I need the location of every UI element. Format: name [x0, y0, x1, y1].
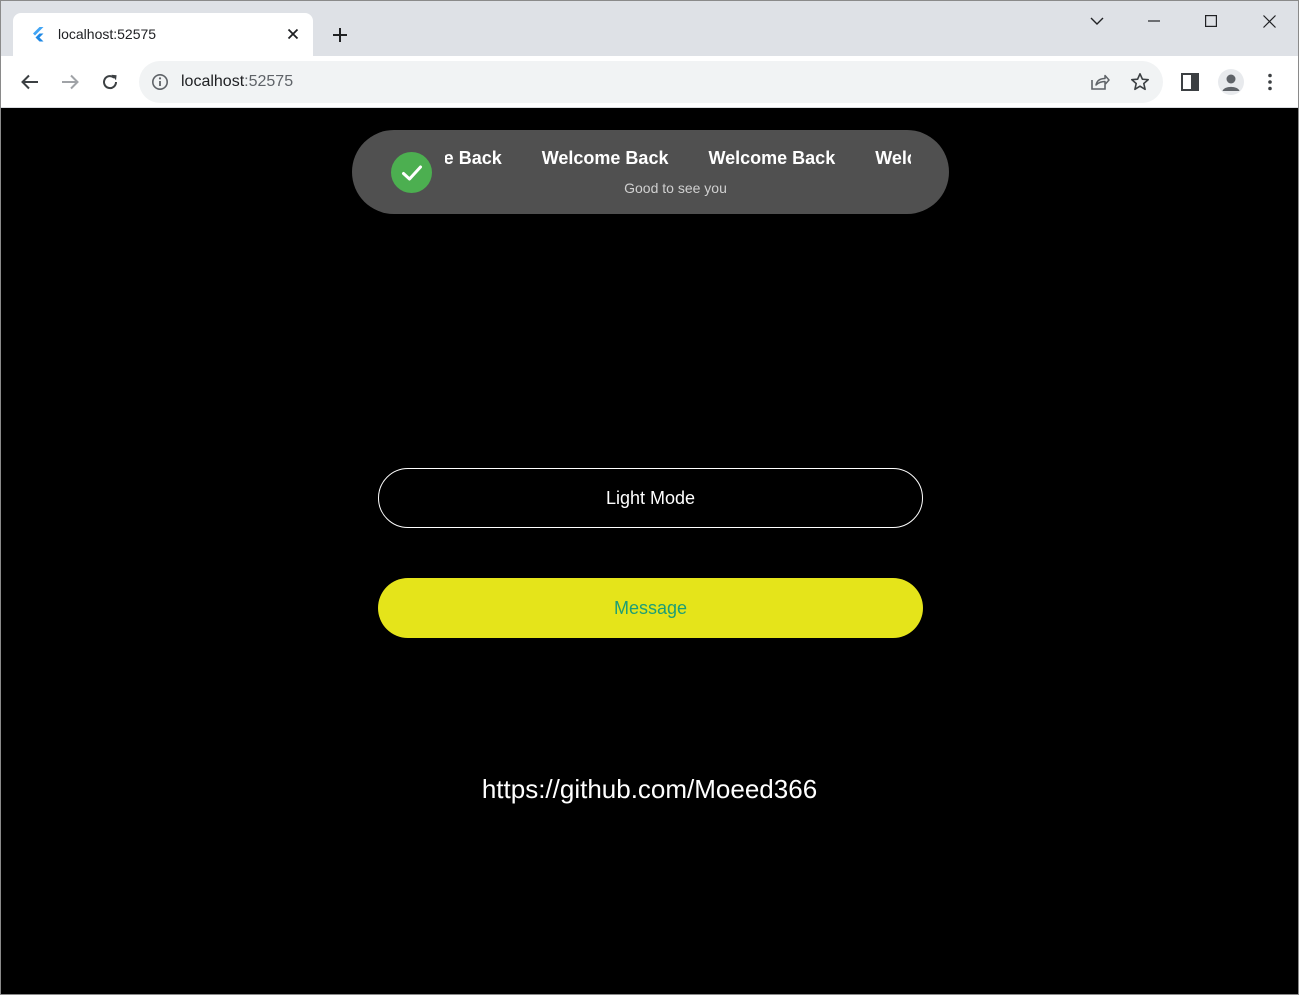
close-icon[interactable]: [283, 24, 303, 44]
toast-marquee: Welcome Back Welcome Back Welcome Back W…: [445, 146, 911, 172]
tab-search-icon[interactable]: [1074, 7, 1120, 35]
browser-tab[interactable]: localhost:52575: [13, 13, 313, 56]
reload-icon[interactable]: [94, 66, 126, 98]
toast-subtitle: Good to see you: [624, 180, 727, 196]
light-mode-button[interactable]: Light Mode: [378, 468, 923, 528]
bookmark-star-icon[interactable]: [1129, 71, 1151, 93]
profile-avatar[interactable]: [1215, 66, 1247, 98]
github-link[interactable]: https://github.com/Moeed366: [1, 773, 1298, 805]
browser-toolbar: localhost:52575: [1, 56, 1298, 108]
maximize-icon[interactable]: [1188, 7, 1234, 35]
address-bar[interactable]: localhost:52575: [139, 61, 1163, 103]
flutter-icon: [30, 26, 46, 42]
back-icon[interactable]: [14, 66, 46, 98]
forward-icon[interactable]: [54, 66, 86, 98]
account-icon: [1218, 69, 1244, 95]
browser-window: localhost:52575 localhost:52575 Back Wel…: [0, 0, 1299, 995]
marquee-text: Welcome Back: [708, 148, 836, 168]
new-tab-icon[interactable]: [327, 23, 353, 47]
tab-strip: localhost:52575: [1, 1, 1298, 56]
share-icon[interactable]: [1089, 71, 1111, 93]
side-panel-icon[interactable]: [1174, 66, 1206, 98]
marquee-text: Welcome Back: [541, 148, 669, 168]
url-text[interactable]: localhost:52575: [181, 73, 293, 91]
close-window-icon[interactable]: [1246, 7, 1292, 35]
message-button[interactable]: Message: [378, 578, 923, 638]
welcome-toast: Welcome Back Welcome Back Welcome Back W…: [352, 130, 949, 214]
marquee-text: Welcome Back: [445, 148, 502, 168]
info-icon[interactable]: [151, 73, 169, 91]
minimize-icon[interactable]: [1131, 7, 1177, 35]
marquee-text: Welcome Back: [875, 148, 911, 168]
menu-kebab-icon[interactable]: [1254, 66, 1286, 98]
page-content: Welcome Back Welcome Back Welcome Back W…: [1, 109, 1298, 994]
tab-title: localhost:52575: [58, 26, 157, 42]
